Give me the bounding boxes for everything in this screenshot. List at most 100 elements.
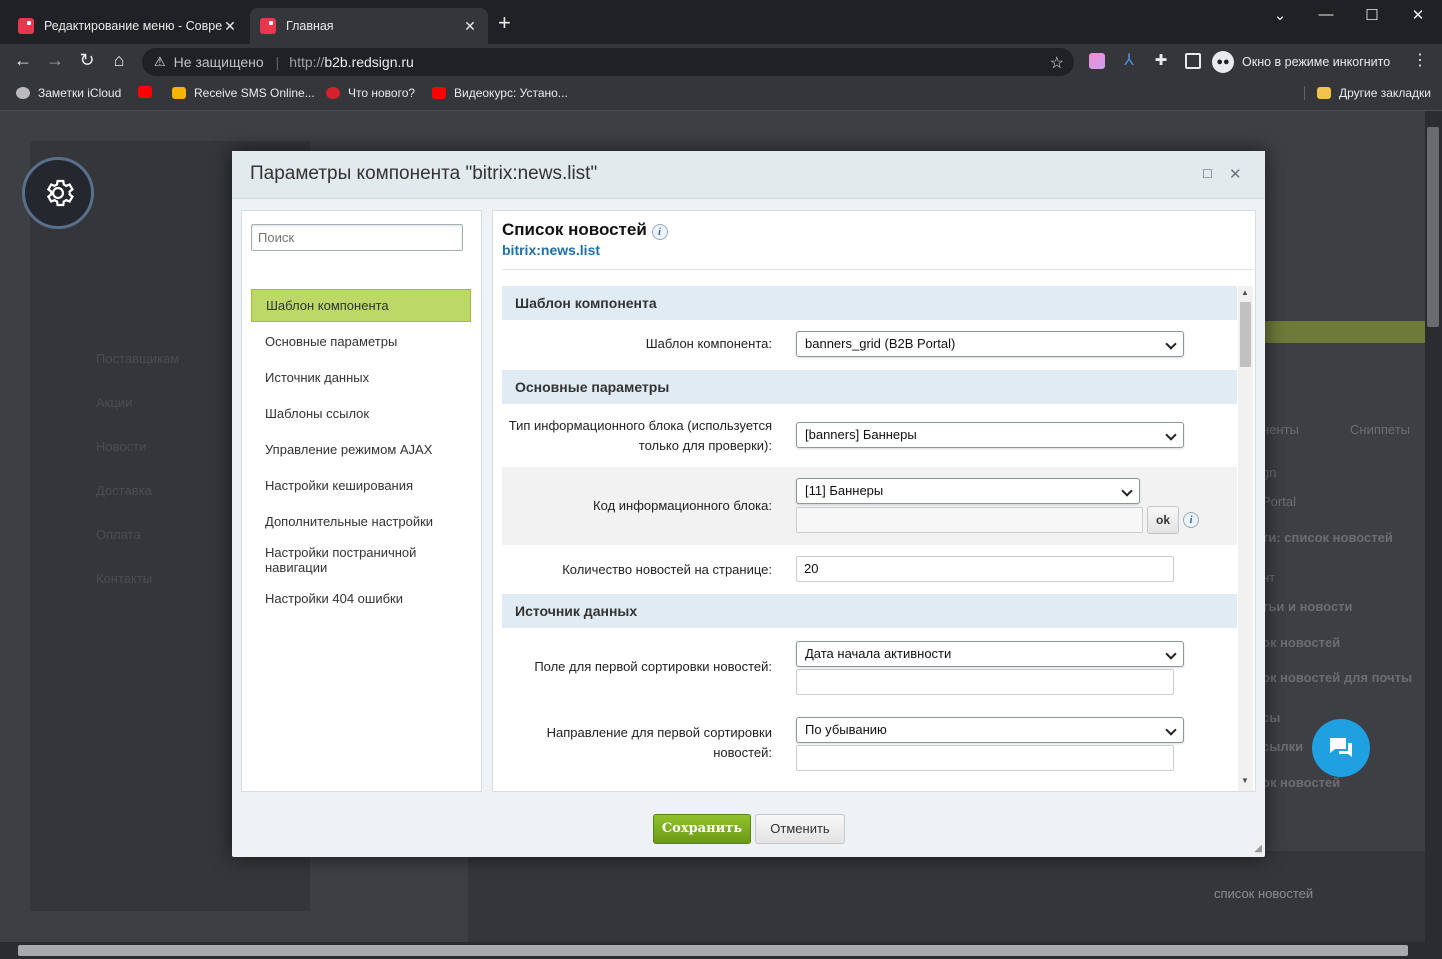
scroll-down-icon[interactable]: ▼ <box>1241 776 1249 785</box>
sort1-input[interactable] <box>796 669 1174 695</box>
row-template: Шаблон компонента: banners_grid (B2B Por… <box>502 320 1237 368</box>
params-form-panel: Список новостей i bitrix:news.list Шабло… <box>492 210 1256 792</box>
maximize-icon[interactable]: ☐ <box>1357 6 1387 24</box>
nav-template[interactable]: Шаблон компонента <box>251 289 471 322</box>
extension-translate-icon[interactable]: ⅄ <box>1121 53 1137 69</box>
apple-icon <box>16 87 30 99</box>
bg-sidebar-item: Новости <box>96 439 147 454</box>
bookmarks-bar: Заметки iCloud Receive SMS Online... Что… <box>0 80 1442 111</box>
warning-icon: ⚠ <box>154 54 166 69</box>
nav-source[interactable]: Источник данных <box>251 370 471 385</box>
folder-icon <box>1317 87 1331 99</box>
sort1-select[interactable]: Дата начала активности <box>796 641 1184 667</box>
cancel-button[interactable]: Отменить <box>755 814 845 844</box>
scroll-thumb[interactable] <box>1427 127 1439 327</box>
url-text: http://b2b.redsign.ru <box>289 54 414 70</box>
settings-gear-button[interactable] <box>22 157 94 229</box>
tab-strip: Редактирование меню - Совре ✕ Главная ✕ … <box>0 0 1442 44</box>
site-favicon-icon <box>260 18 276 34</box>
dialog-header[interactable]: Параметры компонента "bitrix:news.list" … <box>232 151 1265 199</box>
tab-title: Главная <box>286 19 334 33</box>
nav-ajax[interactable]: Управление режимом AJAX <box>251 442 471 457</box>
home-icon[interactable]: ⌂ <box>107 50 131 71</box>
nav-pagination[interactable]: Настройки постраничной навигации <box>251 545 431 575</box>
bg-sidebar-item: Оплата <box>96 527 141 542</box>
site-favicon-icon <box>18 18 34 34</box>
bg-sidebar-item: Доставка <box>96 483 152 498</box>
news-count-input[interactable]: 20 <box>796 556 1174 582</box>
new-tab-icon[interactable]: + <box>498 12 511 34</box>
close-icon[interactable]: ✕ <box>1229 165 1242 183</box>
back-icon[interactable]: ← <box>11 50 35 71</box>
bookmark-receive-sms[interactable]: Receive SMS Online... <box>172 86 315 100</box>
bg-sidebar-item: Акции <box>96 395 133 410</box>
maximize-icon[interactable]: ☐ <box>1202 167 1213 181</box>
iblock-code-input[interactable] <box>796 507 1143 533</box>
save-button[interactable]: Сохранить <box>653 814 751 844</box>
row-order1: Направление для первой сортировки новост… <box>502 702 1237 782</box>
divider <box>502 269 1253 270</box>
bookmark-icloud[interactable]: Заметки iCloud <box>16 86 121 100</box>
nav-404[interactable]: Настройки 404 ошибки <box>251 591 471 606</box>
scroll-thumb[interactable] <box>1240 302 1251 367</box>
scroll-up-icon[interactable]: ▲ <box>1241 288 1249 297</box>
component-params-dialog: Параметры компонента "bitrix:news.list" … <box>232 151 1265 857</box>
security-status: Не защищено <box>173 54 264 70</box>
youtube-icon <box>138 86 152 98</box>
forward-icon[interactable]: → <box>43 50 67 71</box>
bg-sidebar-item: Поставщикам <box>96 351 180 366</box>
params-form: Шаблон компонента Шаблон компонента: ban… <box>502 286 1237 791</box>
nav-cache[interactable]: Настройки кеширования <box>251 478 471 493</box>
search-input[interactable] <box>251 224 463 251</box>
component-title: Список новостей i <box>502 220 668 240</box>
field-label: Код информационного блока: <box>593 498 772 513</box>
bookmark-whats-new[interactable]: Что нового? <box>326 86 415 100</box>
page-horizontal-scrollbar[interactable] <box>0 942 1442 959</box>
nav-additional[interactable]: Дополнительные настройки <box>251 514 471 529</box>
address-bar[interactable]: ⚠ Не защищено | http://b2b.redsign.ru ☆ <box>142 48 1074 76</box>
resize-handle-icon[interactable]: ◢ <box>1254 843 1262 854</box>
dialog-title: Параметры компонента "bitrix:news.list" <box>250 163 598 184</box>
chat-button[interactable] <box>1312 719 1370 777</box>
incognito-icon: ●● <box>1212 51 1234 73</box>
tab-home[interactable]: Главная ✕ <box>250 8 488 44</box>
template-select[interactable]: banners_grid (B2B Portal) <box>796 331 1184 357</box>
bookmark-youtube[interactable] <box>138 86 160 98</box>
menu-kebab-icon[interactable]: ⋮ <box>1408 50 1432 70</box>
window-close-icon[interactable]: ✕ <box>1403 6 1433 24</box>
component-code: bitrix:news.list <box>502 242 601 258</box>
info-icon[interactable]: i <box>1183 512 1199 528</box>
order1-input[interactable] <box>796 745 1174 771</box>
field-label: Поле для первой сортировки новостей: <box>534 659 772 674</box>
reload-icon[interactable]: ↻ <box>75 50 99 71</box>
bookmark-videocourse[interactable]: Видеокурс: Устано... <box>432 86 568 100</box>
scroll-thumb[interactable] <box>18 945 1408 956</box>
ok-button[interactable]: ok <box>1147 506 1179 534</box>
row-news-count: Количество новостей на странице: 20 <box>502 546 1237 594</box>
iblock-code-select[interactable]: [11] Баннеры <box>796 478 1140 504</box>
nav-url-templates[interactable]: Шаблоны ссылок <box>251 406 471 421</box>
page-vertical-scrollbar[interactable] <box>1425 111 1442 942</box>
gear-icon <box>46 179 74 207</box>
other-bookmarks[interactable]: Другие закладки <box>1304 86 1431 100</box>
extension-gradient-icon[interactable] <box>1089 53 1105 69</box>
tab-close-icon[interactable]: ✕ <box>222 18 238 35</box>
side-panel-icon[interactable] <box>1185 53 1201 69</box>
nav-basic[interactable]: Основные параметры <box>251 334 471 349</box>
row-sort1: Поле для первой сортировки новостей: Дат… <box>502 628 1237 700</box>
opera-icon <box>326 87 340 99</box>
iblock-type-select[interactable]: [banners] Баннеры <box>796 422 1184 448</box>
info-icon[interactable]: i <box>651 224 668 240</box>
omnibox-separator: | <box>275 54 280 70</box>
incognito-indicator[interactable]: ●● Окно в режиме инкогнито <box>1212 49 1390 75</box>
tab-edit-menu[interactable]: Редактирование меню - Совре ✕ <box>8 8 248 44</box>
tab-close-icon[interactable]: ✕ <box>462 18 478 35</box>
form-scrollbar[interactable]: ▲ ▼ <box>1238 286 1253 791</box>
bookmark-star-icon[interactable]: ☆ <box>1050 53 1064 73</box>
row-iblock-code: Код информационного блока: [11] Баннеры … <box>502 467 1237 545</box>
order1-select[interactable]: По убыванию <box>796 717 1184 743</box>
section-template: Шаблон компонента <box>502 286 1237 320</box>
tab-search-icon[interactable]: ⌄ <box>1265 6 1295 24</box>
extensions-puzzle-icon[interactable]: ✚ <box>1153 53 1169 69</box>
minimize-icon[interactable]: — <box>1311 6 1341 23</box>
